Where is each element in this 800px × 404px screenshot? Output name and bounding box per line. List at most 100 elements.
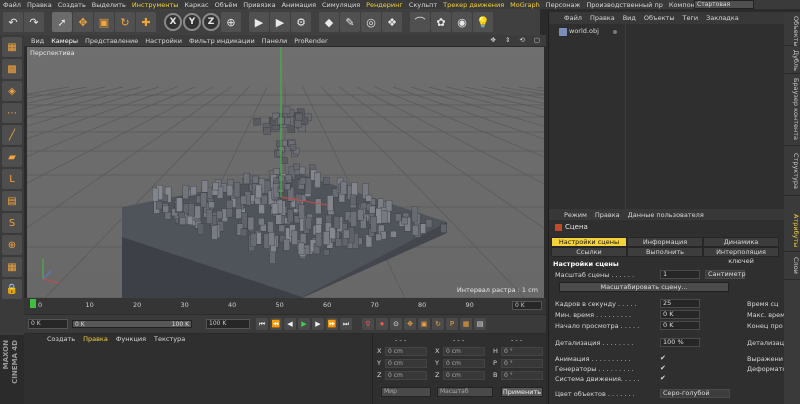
scale-key-icon[interactable]: ▣ [418, 318, 430, 330]
attribute-tab[interactable]: Интерполяция ключей [703, 247, 779, 265]
menu-item[interactable]: Персонаж [543, 1, 584, 9]
coord-mode-dropdown[interactable]: Мир [381, 387, 431, 397]
start-frame-field[interactable]: 0 K [28, 319, 68, 329]
side-tab[interactable]: Объекты [784, 12, 800, 47]
play-icon[interactable]: ▶ [298, 318, 310, 330]
move-icon[interactable]: ✥ [73, 12, 93, 32]
attribute-tab[interactable]: Динамика [703, 237, 779, 247]
attribute-menu-item[interactable]: Правка [592, 211, 623, 219]
visibility-dot-icon[interactable] [613, 30, 617, 34]
move-key-icon[interactable]: ✥ [404, 318, 416, 330]
array-icon[interactable]: ❖ [382, 12, 402, 32]
record-icon[interactable]: ⚲ [362, 318, 374, 330]
checkbox-checked-icon[interactable]: ✔ [660, 364, 666, 372]
object-menu-item[interactable]: Объекты [641, 14, 678, 22]
render-picture-icon[interactable]: ▶ [270, 12, 290, 32]
world-coord-icon[interactable]: ⊕ [221, 12, 241, 32]
camera-icon[interactable]: ◉ [452, 12, 472, 32]
polygons-icon[interactable]: ▰ [2, 147, 22, 167]
coord-value-field[interactable]: 0 ° [501, 359, 543, 368]
checkbox-checked-icon[interactable]: ✔ [660, 354, 666, 362]
viewport-menu-item[interactable]: Камеры [48, 37, 81, 45]
deformer-icon[interactable]: ⌒ [410, 12, 430, 32]
prev-frame-icon[interactable]: ◀ [284, 318, 296, 330]
apply-button[interactable]: Применить [501, 387, 543, 397]
points-icon[interactable]: ⋯ [2, 103, 22, 123]
y-axis-icon[interactable]: Y [183, 13, 201, 31]
coord-value-field[interactable]: 0 cm [385, 371, 427, 380]
object-row[interactable]: world.obj [555, 27, 779, 37]
attribute-value-field[interactable]: 0 K [660, 310, 700, 319]
attribute-tab[interactable]: Информация [627, 237, 703, 247]
lock-icon[interactable]: 🔒 [2, 279, 22, 299]
coord-value-field[interactable]: 0 cm [443, 359, 485, 368]
subdivision-icon[interactable]: ◎ [361, 12, 381, 32]
undo-icon[interactable]: ↶ [3, 12, 23, 32]
pla-key-icon[interactable]: ▦ [460, 318, 472, 330]
next-key-icon[interactable]: ⏩ [326, 318, 338, 330]
object-menu-item[interactable]: Закладка [703, 14, 742, 22]
object-menu-item[interactable]: Вид [620, 14, 639, 22]
scene-icon[interactable]: ✿ [431, 12, 451, 32]
cube-icon[interactable]: ◆ [319, 12, 339, 32]
scale-scene-button[interactable]: Масштабировать сцену... [559, 282, 729, 292]
menu-item[interactable]: Каркас [181, 1, 211, 9]
prev-key-icon[interactable]: ⏪ [270, 318, 282, 330]
scene-scale-field[interactable]: 1 [660, 270, 700, 279]
grid-icon[interactable]: ▦ [2, 257, 22, 277]
menu-item[interactable]: Создать [55, 1, 89, 9]
render-view-icon[interactable]: ▶ [249, 12, 269, 32]
rotate-view-icon[interactable]: ⟲ [516, 36, 527, 44]
layout-dropdown[interactable]: Стартовая [694, 0, 754, 9]
perspective-viewport[interactable]: Перспектива Интервал растра : 1 cm [27, 47, 544, 298]
menu-item[interactable]: Рендеринг [363, 1, 406, 9]
maximize-view-icon[interactable]: ▢ [531, 36, 543, 44]
first-frame-icon[interactable]: ⏮ [256, 318, 268, 330]
attribute-tab[interactable]: Настройки сцены [551, 237, 627, 247]
last-frame-icon[interactable]: ⏭ [340, 318, 352, 330]
rotate-icon[interactable]: ↻ [115, 12, 135, 32]
size-mode-dropdown[interactable]: Масштаб [437, 387, 493, 397]
scale-icon[interactable]: ▣ [94, 12, 114, 32]
object-menu-item[interactable]: Файл [561, 14, 585, 22]
texture-icon[interactable]: ◈ [2, 81, 22, 101]
material-menu-item[interactable]: Функция [113, 335, 149, 343]
timeline-end-field[interactable]: 0 K [512, 301, 542, 310]
axis-icon[interactable]: L [2, 169, 22, 189]
make-editable-icon[interactable]: ▦ [2, 37, 22, 57]
end-frame-field[interactable]: 100 K [206, 319, 250, 329]
menu-item[interactable]: Симуляция [319, 1, 363, 9]
attribute-value-field[interactable]: 100 % [660, 338, 700, 347]
move-view-icon[interactable]: ✥ [487, 36, 498, 44]
menu-item[interactable]: Инструменты [129, 1, 182, 9]
pen-icon[interactable]: ✎ [340, 12, 360, 32]
checkbox-checked-icon[interactable]: ✔ [660, 374, 666, 382]
menu-item[interactable]: Файл [0, 1, 24, 9]
viewport-menu-item[interactable]: ProRender [291, 37, 330, 45]
last-tool-icon[interactable]: ✚ [136, 12, 156, 32]
x-axis-icon[interactable]: X [164, 13, 182, 31]
material-menu-item[interactable]: Правка [80, 335, 111, 343]
attribute-value-field[interactable]: 0 K [660, 321, 700, 330]
menu-item[interactable]: Привязка [240, 1, 278, 9]
keyframe-icon[interactable]: ⊙ [390, 318, 402, 330]
current-frame-marker[interactable] [30, 299, 36, 308]
coord-value-field[interactable]: 0 cm [385, 359, 427, 368]
side-tab[interactable]: Атрибуты [784, 210, 800, 252]
snap-icon[interactable]: ▤ [2, 191, 22, 211]
param-key-icon[interactable]: P [446, 318, 458, 330]
viewport-menu-item[interactable]: Вид [28, 37, 47, 45]
menu-item[interactable]: Производственный пр [583, 1, 665, 9]
scene-unit-dropdown[interactable]: Сантиметр [705, 270, 746, 279]
edges-icon[interactable]: ╱ [2, 125, 22, 145]
light-icon[interactable]: 💡 [473, 12, 493, 32]
coord-value-field[interactable]: 0 cm [443, 347, 485, 356]
redo-icon[interactable]: ↷ [24, 12, 44, 32]
viewport-menu-item[interactable]: Фильтр индикации [186, 37, 258, 45]
viewport-menu-item[interactable]: Панели [259, 37, 291, 45]
attribute-value-field[interactable]: 25 [660, 299, 700, 308]
timeline-ruler[interactable]: 0102030405060708090100 0 K [24, 298, 546, 314]
menu-item[interactable]: Анимация [279, 1, 319, 9]
side-tab[interactable]: Структура [784, 146, 800, 196]
object-menu-item[interactable]: Правка [587, 14, 618, 22]
